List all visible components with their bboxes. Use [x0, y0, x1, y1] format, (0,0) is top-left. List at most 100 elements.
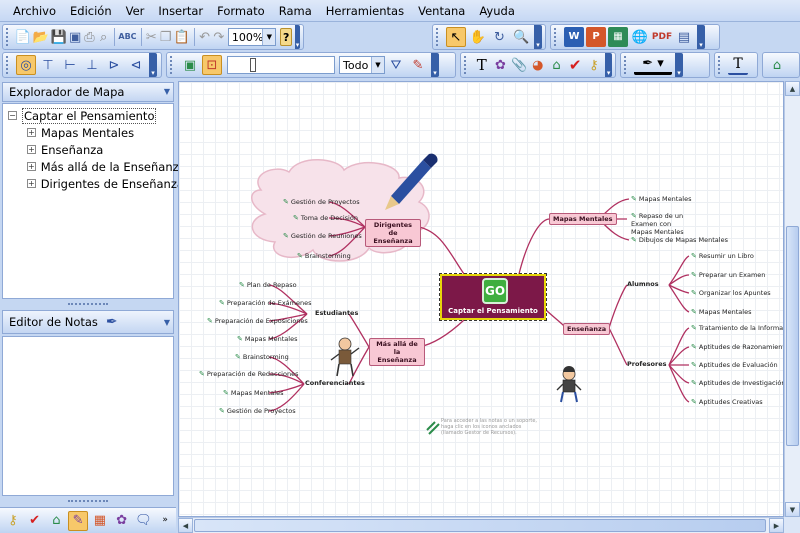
balance-slider[interactable] — [227, 56, 335, 74]
map-overview-icon[interactable]: ▣ — [180, 55, 200, 75]
select-pointer-icon[interactable]: ↖ — [445, 27, 466, 47]
map-item[interactable]: ✎ Brainstorming — [235, 353, 289, 361]
scroll-up-icon[interactable]: ▲ — [785, 81, 800, 96]
color-palette-icon[interactable]: ◕ — [529, 55, 546, 75]
undo-icon[interactable]: ↶ — [198, 27, 210, 47]
image-export-icon[interactable]: ▤ — [674, 27, 694, 47]
link-icon[interactable]: ✎ — [293, 214, 299, 222]
toolbar-grip[interactable] — [718, 56, 724, 74]
help-icon[interactable]: ? — [280, 28, 293, 46]
link-icon[interactable]: ✎ — [691, 379, 697, 387]
house-icon[interactable]: ⌂ — [47, 511, 67, 531]
comment-icon[interactable]: 🗨 — [134, 511, 154, 531]
powerpoint-export-icon[interactable]: P — [586, 27, 606, 47]
toolbar-options-icon[interactable]: ▾ — [697, 25, 705, 49]
vertical-scroll-thumb[interactable] — [786, 226, 799, 446]
tree-root-label[interactable]: Captar el Pensamiento — [22, 107, 157, 124]
subtopic-profesores[interactable]: Profesores — [627, 360, 667, 368]
toolbar-grip[interactable] — [624, 56, 630, 74]
topic-mapas-mentales[interactable]: Mapas Mentales — [549, 213, 617, 225]
horizontal-scrollbar[interactable]: ◀ ▶ — [178, 517, 784, 533]
map-item[interactable]: ✎ Gestión de Proyectos — [283, 198, 360, 206]
map-item[interactable]: ✎ Brainstorming — [297, 252, 351, 260]
filter-select[interactable]: Todo ▼ — [339, 56, 385, 74]
connect-icon[interactable]: ↻ — [490, 27, 510, 47]
map-item[interactable]: ✎ Preparar un Examen — [691, 271, 765, 279]
panel-options-icon[interactable]: ▼ — [164, 87, 170, 96]
tree-item[interactable]: + Dirigentes de Enseñanza — [3, 175, 184, 192]
print-icon[interactable]: ⎙ — [83, 27, 95, 47]
toolbar-grip[interactable] — [170, 56, 176, 74]
menu-archivo[interactable]: Archivo — [13, 4, 56, 18]
org-down-layout-icon[interactable]: ⊥ — [82, 55, 102, 75]
link-icon[interactable]: ✎ — [691, 289, 697, 297]
map-item[interactable]: ✎ Repaso de un Examen con Mapas Mentales — [631, 212, 691, 236]
expand-icon[interactable]: + — [27, 162, 36, 171]
pencil-icon[interactable]: ✎ — [68, 510, 89, 531]
tree-item[interactable]: + Más allá de la Enseñanza — [3, 158, 186, 175]
scroll-down-icon[interactable]: ▼ — [785, 502, 800, 517]
toolbar-grip[interactable] — [6, 28, 10, 46]
toolbar-options-icon[interactable]: ▾ — [675, 53, 683, 77]
chevron-down-icon[interactable]: ▼ — [371, 57, 384, 73]
map-item[interactable]: ✎ Dibujos de Mapas Mentales — [631, 236, 728, 244]
central-topic[interactable]: GO Captar el Pensamiento — [439, 273, 547, 321]
link-icon[interactable]: ✎ — [199, 370, 205, 378]
right-map-layout-icon[interactable]: ⊳ — [104, 55, 124, 75]
menu-formato[interactable]: Formato — [217, 4, 265, 18]
menu-herramientas[interactable]: Herramientas — [326, 4, 404, 18]
map-canvas[interactable]: GO Captar el Pensamiento Mapas Mentales … — [178, 81, 784, 517]
more-icon[interactable]: » — [155, 511, 175, 531]
link-icon[interactable]: ✎ — [235, 353, 241, 361]
link-icon[interactable]: ✎ — [691, 271, 697, 279]
redo-icon[interactable]: ↷ — [213, 27, 225, 47]
clipart-icon[interactable]: ✿ — [492, 55, 509, 75]
map-item[interactable]: ✎ Mapas Mentales — [631, 195, 691, 203]
color-grid-icon[interactable]: ▦ — [90, 511, 110, 531]
map-item[interactable]: ✎Tratamiento de la Información — [691, 324, 783, 332]
toolbar-options-icon[interactable]: ▾ — [149, 53, 157, 77]
toolbar-grip[interactable] — [464, 56, 469, 74]
scroll-right-icon[interactable]: ▶ — [769, 518, 784, 533]
text-icon[interactable]: T — [473, 55, 490, 75]
link-icon[interactable]: ✎ — [691, 308, 697, 316]
expand-icon[interactable]: + — [27, 145, 36, 154]
map-item[interactable]: ✎ Preparación de Exámenes — [219, 299, 311, 307]
save-all-icon[interactable]: ▣ — [69, 27, 81, 47]
mind-map-layout-icon[interactable]: ◎ — [16, 55, 36, 75]
subtopic-conferenciantes[interactable]: Conferenciantes — [305, 379, 365, 387]
menu-insertar[interactable]: Insertar — [158, 4, 203, 18]
project-export-icon[interactable]: ▦ — [608, 27, 628, 47]
map-item[interactable]: ✎ Mapas Mentales — [691, 308, 751, 316]
pdf-export-icon[interactable]: PDF — [652, 27, 672, 47]
paperclip-icon[interactable]: 📎 — [511, 55, 528, 75]
map-item[interactable]: ✎ Mapas Mentales — [237, 335, 297, 343]
menu-ver[interactable]: Ver — [126, 4, 145, 18]
left-map-layout-icon[interactable]: ⊲ — [126, 55, 146, 75]
link-icon[interactable]: ✎ — [283, 232, 289, 240]
tree-item-label[interactable]: Dirigentes de Enseñanza — [41, 177, 184, 191]
map-item[interactable]: ✎ Gestión de Proyectos — [219, 407, 296, 415]
tree-item[interactable]: + Mapas Mentales — [3, 124, 173, 141]
menu-ventana[interactable]: Ventana — [418, 4, 465, 18]
toolbar-options-icon[interactable]: ▾ — [431, 53, 439, 77]
tree-root[interactable]: − Captar el Pensamiento — [3, 107, 173, 124]
map-item[interactable]: ✎ Resumir un Libro — [691, 252, 754, 260]
tree-item-label[interactable]: Enseñanza — [41, 143, 103, 157]
pan-hand-icon[interactable]: ✋ — [468, 27, 488, 47]
map-item[interactable]: ✎ Mapas Mentales — [223, 389, 283, 397]
toolbar-grip[interactable] — [554, 28, 560, 46]
panel-splitter[interactable] — [2, 497, 174, 505]
text-style-icon[interactable]: T — [728, 55, 748, 75]
scroll-left-icon[interactable]: ◀ — [178, 518, 193, 533]
vertical-scrollbar[interactable]: ▲ ▼ — [784, 81, 800, 517]
fit-map-icon[interactable]: ⊡ — [202, 55, 222, 75]
map-item[interactable]: ✎ Preparación de Redacciones — [199, 370, 298, 378]
map-item[interactable]: ✎ Gestión de Reuniones — [283, 232, 362, 240]
save-icon[interactable]: 💾 — [51, 27, 67, 47]
paste-icon[interactable]: 📋 — [174, 27, 190, 47]
map-item[interactable]: ✎ Toma de Decisión — [293, 214, 358, 222]
copy-icon[interactable]: ❐ — [159, 27, 172, 47]
menu-rama[interactable]: Rama — [279, 4, 312, 18]
link-icon[interactable]: ✎ — [691, 343, 697, 351]
